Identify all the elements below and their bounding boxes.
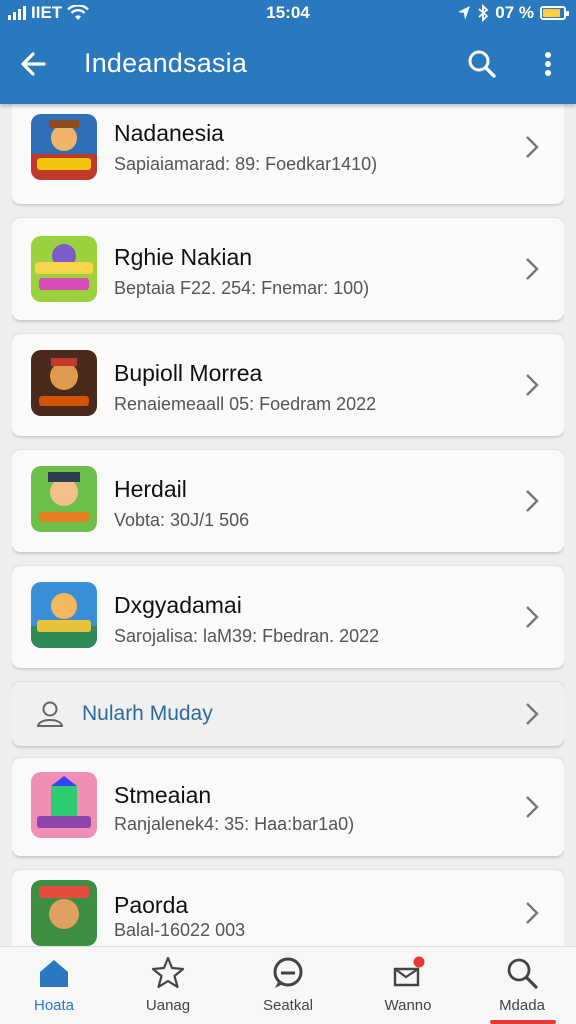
status-bar: IIET 15:04 07 % xyxy=(0,0,576,26)
list-item[interactable]: Stmeaian Ranjalenek4: 35: Haa:bar1a0) xyxy=(12,758,564,856)
bottom-navigation: Hoata Uanag Seatkal Wanno Mdada xyxy=(0,946,576,1024)
list-item[interactable]: Herdail Vobta: 30J/1 506 xyxy=(12,450,564,552)
game-thumbnail xyxy=(31,466,97,532)
nav-label: Hoata xyxy=(33,997,75,1014)
list-item[interactable]: Rghie Nakian Beptaia F22. 254: Fnemar: 1… xyxy=(12,218,564,320)
game-thumbnail xyxy=(31,772,97,838)
status-right: 07 % xyxy=(457,3,569,23)
chevron-right-icon xyxy=(526,902,539,924)
battery-icon xyxy=(540,6,569,20)
chevron-right-icon xyxy=(526,374,539,396)
game-thumbnail xyxy=(31,582,97,648)
nav-chat[interactable]: Seatkal xyxy=(240,947,336,1024)
game-thumbnail xyxy=(31,114,97,180)
game-thumbnail xyxy=(31,350,97,416)
item-title: Nadanesia xyxy=(114,120,224,146)
list-item[interactable]: Bupioll Morrea Renaiemeaall 05: Foedram … xyxy=(12,334,564,436)
more-options-button[interactable] xyxy=(536,46,560,82)
user-icon xyxy=(36,701,64,727)
chevron-right-icon xyxy=(526,796,539,818)
app-header: IIET 15:04 07 % Indeandsasia xyxy=(0,0,576,104)
chevron-right-icon xyxy=(526,606,539,628)
chat-icon xyxy=(273,957,303,988)
item-subtitle: Beptaia F22. 254: Fnemar: 100) xyxy=(114,278,370,298)
nav-label: Wanno xyxy=(384,997,432,1014)
back-button[interactable] xyxy=(16,46,52,82)
game-list: Nadanesia Sapiaiamarad: 89: Foedkar1410)… xyxy=(12,104,564,946)
chevron-right-icon xyxy=(526,703,539,725)
more-vert-icon xyxy=(545,52,551,76)
back-arrow-icon xyxy=(21,52,46,76)
search-icon xyxy=(468,50,496,78)
item-title: Stmeaian xyxy=(114,782,212,808)
item-subtitle: Renaiemeaall 05: Foedram 2022 xyxy=(114,394,377,414)
list-item[interactable]: Dxgyadamai Sarojalisa: laM39: Fbedran. 2… xyxy=(12,566,564,668)
search-button[interactable] xyxy=(464,46,500,82)
home-icon xyxy=(40,960,68,987)
chevron-right-icon xyxy=(526,258,539,280)
star-icon xyxy=(151,956,185,989)
chevron-right-icon xyxy=(526,136,539,158)
bluetooth-icon xyxy=(478,4,489,22)
list-item[interactable]: Nadanesia Sapiaiamarad: 89: Foedkar1410) xyxy=(12,104,564,204)
item-subtitle: Sapiaiamarad: 89: Foedkar1410) xyxy=(114,154,378,174)
search-icon xyxy=(507,958,538,989)
user-row[interactable]: Nularh Muday xyxy=(12,682,564,746)
item-subtitle: Vobta: 30J/1 506 xyxy=(114,510,250,530)
item-subtitle: Sarojalisa: laM39: Fbedran. 2022 xyxy=(114,626,380,646)
list-item[interactable]: Paorda Balal-16022 003 xyxy=(12,870,564,946)
location-icon xyxy=(458,6,471,20)
battery-percent: 07 % xyxy=(495,3,534,22)
toolbar: Indeandsasia xyxy=(0,40,576,86)
game-thumbnail xyxy=(31,236,97,302)
item-title: Paorda xyxy=(114,892,189,918)
nav-notifications[interactable]: Wanno xyxy=(360,947,456,1024)
user-name: Nularh Muday xyxy=(82,702,213,725)
chevron-right-icon xyxy=(526,490,539,512)
nav-label: Uanag xyxy=(145,997,191,1014)
item-subtitle: Ranjalenek4: 35: Haa:bar1a0) xyxy=(114,814,355,834)
nav-label: Mdada xyxy=(499,997,545,1014)
nav-label: Seatkal xyxy=(262,997,314,1014)
item-title: Herdail xyxy=(114,476,187,502)
item-title: Bupioll Morrea xyxy=(114,360,263,386)
nav-home[interactable]: Hoata xyxy=(6,947,102,1024)
item-subtitle: Balal-16022 003 xyxy=(114,920,246,940)
item-title: Dxgyadamai xyxy=(114,592,242,618)
game-thumbnail xyxy=(31,880,97,946)
notification-icon xyxy=(393,956,425,987)
active-indicator xyxy=(490,1020,556,1024)
page-title: Indeandsasia xyxy=(84,48,248,78)
nav-search[interactable]: Mdada xyxy=(474,947,570,1024)
item-title: Rghie Nakian xyxy=(114,244,253,270)
nav-star[interactable]: Uanag xyxy=(120,947,216,1024)
